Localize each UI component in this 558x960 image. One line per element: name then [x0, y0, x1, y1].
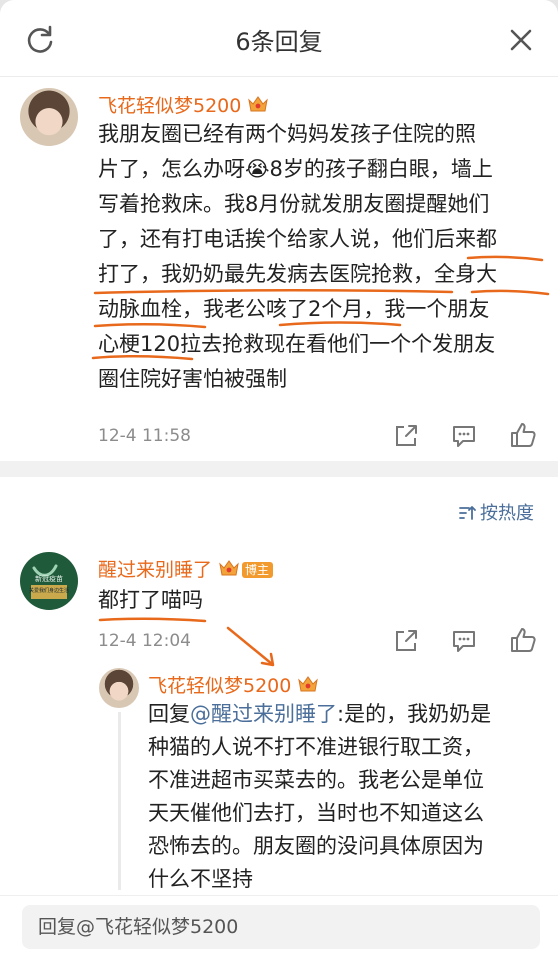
section-divider — [0, 461, 558, 477]
comment-line: 心梗120拉去抢救现在看他们一个个发朋友 — [98, 332, 496, 356]
reply-line: 天天催他们去打，当时也不知道这么 — [148, 801, 484, 825]
comment-text: 我朋友圈已经有两个妈妈发孩子住院的照 片了，怎么办呀😭8岁的孩子翻白眼，墙上 写… — [98, 117, 497, 397]
author-name[interactable]: 飞花轻似梦5200 — [148, 675, 291, 697]
reply-time: 12-4 12:04 — [98, 631, 191, 651]
arrow-head-mark — [260, 652, 275, 667]
reply-author[interactable]: 醒过来别睡了 博主 — [98, 555, 274, 583]
reply-author[interactable]: 飞花轻似梦5200 — [148, 671, 319, 699]
comment-icon[interactable] — [450, 422, 478, 450]
close-icon[interactable] — [506, 25, 536, 55]
reply-text: 回复@醒过来别睡了:是的，我奶奶是 种猫的人说不打不准进银行取工资， 不准进超市… — [148, 698, 491, 896]
share-icon[interactable] — [392, 627, 420, 655]
comment-line: 我朋友圈已经有两个妈妈发孩子住院的照 — [98, 122, 476, 146]
reply-line: 不准进超市买菜去的。我老公是单位 — [148, 768, 484, 792]
share-icon[interactable] — [392, 422, 420, 450]
reply-line: 种猫的人说不打不准进银行取工资， — [148, 735, 484, 759]
avatar-text: 新冠疫苗 — [35, 575, 63, 583]
mention-link[interactable]: @醒过来别睡了 — [190, 702, 337, 726]
comment-line: 了，还有打电话挨个给家人说，他们后来都 — [98, 227, 497, 251]
page-title: 6条回复 — [235, 28, 323, 56]
reply-line: 恐怖去的。朋友圈的没问具体原因为 — [148, 834, 484, 858]
author-name[interactable]: 醒过来别睡了 — [98, 559, 212, 581]
avatar[interactable] — [20, 88, 78, 146]
crown-icon — [297, 674, 319, 699]
comment-time: 12-4 11:58 — [98, 426, 191, 446]
comment-line: 打了，我奶奶最先发病去医院抢救，全身大 — [98, 262, 497, 286]
author-badge: 博主 — [242, 562, 274, 578]
reply-line: 什么不坚持 — [148, 867, 253, 891]
comment-line: 片了，怎么办呀😭8岁的孩子翻白眼，墙上 — [98, 157, 493, 181]
thread-line — [118, 712, 121, 890]
reply-line-rest: :是的，我奶奶是 — [337, 702, 492, 726]
comment-sheet: 6条回复 飞花轻似梦5200 我朋友圈已经有两个妈妈发孩子住院的照 片了，怎么办… — [0, 0, 558, 960]
reply-line: 回复@醒过来别睡了:是的，我奶奶是 — [148, 698, 491, 731]
sort-icon — [458, 504, 476, 527]
arrow-mark — [226, 626, 274, 666]
reply-prefix: 回复 — [148, 702, 190, 726]
crown-icon — [247, 94, 269, 119]
sort-label[interactable]: 按热度 — [480, 503, 534, 524]
reply-text: 都打了喵吗 — [98, 588, 203, 612]
crown-icon — [218, 558, 240, 583]
like-icon[interactable] — [508, 420, 536, 448]
author-name[interactable]: 飞花轻似梦5200 — [98, 95, 241, 117]
comment-icon[interactable] — [450, 627, 478, 655]
comment-line: 写着抢救床。我8月份就发朋友圈提醒她们 — [98, 192, 490, 216]
avatar-text: 关爱我们身边生活 — [28, 588, 69, 594]
comment-line: 动脉血栓，我老公咳了2个月，我一个朋友 — [98, 297, 490, 321]
comment-author[interactable]: 飞花轻似梦5200 — [98, 91, 269, 119]
sheet-header: 6条回复 — [0, 0, 558, 77]
comment-line: 圈住院好害怕被强制 — [98, 367, 287, 391]
avatar[interactable]: 新冠疫苗 关爱我们身边生活 — [20, 552, 78, 610]
avatar[interactable] — [99, 668, 139, 708]
like-icon[interactable] — [508, 625, 536, 653]
sort-button[interactable]: 按热度 — [458, 499, 534, 527]
reply-input[interactable]: 回复@飞花轻似梦5200 — [22, 905, 540, 949]
underline-mark — [98, 617, 207, 623]
